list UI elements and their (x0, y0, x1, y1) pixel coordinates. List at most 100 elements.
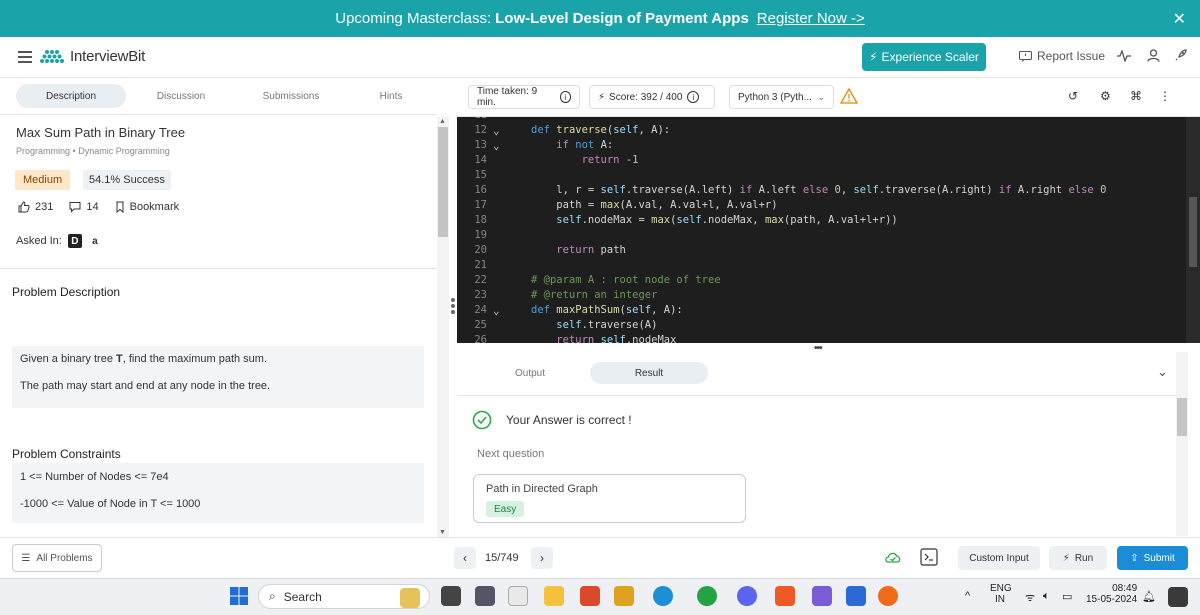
settings-gear-icon[interactable]: ⚙ (1100, 89, 1111, 103)
interviewbit-logo[interactable]: InterviewBit (38, 48, 145, 65)
reset-icon[interactable]: ↺ (1068, 89, 1078, 103)
code-line: 26 return self.nodeMax (474, 334, 677, 343)
problem-tabs: Description Discussion Submissions Hints (0, 79, 437, 115)
divider (0, 268, 437, 269)
task-view-icon[interactable] (441, 586, 461, 606)
previous-problem-button[interactable]: ‹ (454, 547, 476, 569)
language-code: ENG (990, 583, 1012, 594)
logo-text: InterviewBit (70, 48, 146, 65)
score-display: ⚡ Score: 392 / 400 i (589, 85, 715, 109)
file-explorer-icon[interactable] (544, 586, 564, 606)
company-logo-d[interactable]: D (67, 234, 82, 248)
language-indicator[interactable]: ENG IN (990, 583, 1012, 605)
scroll-thumb[interactable] (438, 127, 448, 237)
sublime-icon[interactable] (614, 586, 634, 606)
next-problem-button[interactable]: › (531, 547, 553, 569)
custom-input-button[interactable]: Custom Input (958, 546, 1040, 570)
scroll-thumb[interactable] (1189, 197, 1197, 267)
constraint-item: 1 <= Number of Nodes <= 7e4 (20, 471, 169, 483)
register-now-link[interactable]: Register Now -> (757, 10, 865, 27)
code-line: 19 (474, 229, 487, 241)
code-line: 20 return path (474, 244, 626, 256)
panel-resize-handle[interactable] (451, 298, 455, 316)
hamburger-menu-icon[interactable] (18, 51, 32, 66)
experience-scaler-button[interactable]: ⚡ Experience Scaler (862, 43, 986, 71)
like-button[interactable]: 231 (18, 201, 53, 213)
problem-tags: Programming • Dynamic Programming (16, 146, 170, 156)
score-text: Score: 392 / 400 (609, 91, 683, 103)
notepad-icon[interactable] (846, 586, 866, 606)
all-problems-button[interactable]: ☰ All Problems (12, 544, 102, 572)
notification-bell-icon[interactable]: 🔔︎ (1142, 590, 1156, 603)
wifi-icon[interactable]: ᯤ (1025, 590, 1035, 605)
cloud-check-icon[interactable] (884, 550, 902, 564)
language-select[interactable]: Python 3 (Pyth... ⌄ (729, 85, 834, 109)
tab-submissions[interactable]: Submissions (236, 84, 346, 108)
clock[interactable]: 08:49 15-05-2024 (1086, 583, 1137, 605)
amazon-logo[interactable]: a (88, 234, 102, 248)
activity-icon[interactable] (1117, 50, 1131, 62)
warning-icon[interactable] (840, 88, 858, 104)
tab-discussion[interactable]: Discussion (126, 84, 236, 108)
battery-icon[interactable]: ▭ (1062, 590, 1072, 603)
rocket-icon[interactable] (1174, 48, 1188, 62)
user-icon[interactable] (1147, 49, 1160, 62)
description-scrollbar[interactable]: ▲ ▼ (437, 117, 449, 537)
code-line: 25 self.traverse(A) (474, 319, 658, 331)
category-tag[interactable]: Programming (16, 146, 70, 156)
submit-button[interactable]: ⇪ Submit (1117, 546, 1188, 570)
terminal-icon[interactable] (920, 548, 938, 566)
result-message: Your Answer is correct ! (472, 410, 632, 430)
tab-description[interactable]: Description (16, 84, 126, 108)
store-icon[interactable] (508, 586, 528, 606)
comments-button[interactable]: 14 (69, 201, 99, 213)
discord-icon[interactable] (737, 586, 757, 606)
scroll-down-arrow[interactable]: ▼ (439, 529, 446, 536)
comments-count: 14 (86, 201, 99, 213)
brave-browser-icon[interactable] (775, 586, 795, 606)
edge-browser-icon[interactable] (653, 586, 673, 606)
scroll-thumb[interactable] (1177, 398, 1187, 436)
volume-icon[interactable]: 🔈︎ (1043, 590, 1050, 603)
run-button[interactable]: ⚡ Run (1049, 546, 1107, 570)
report-issue-button[interactable]: Report Issue (1019, 49, 1105, 63)
difficulty-badge: Medium (15, 170, 71, 190)
problem-stats: 231 14 Bookmark (18, 201, 195, 213)
tab-output[interactable]: Output (471, 362, 589, 384)
show-hidden-icons-chevron[interactable]: ^ (965, 590, 970, 602)
info-icon[interactable]: i (687, 91, 700, 103)
code-line: 22 # @param A : root node of tree (474, 274, 721, 286)
tab-result[interactable]: Result (590, 362, 708, 384)
firefox-icon[interactable] (878, 586, 898, 606)
collapse-chevron-icon[interactable]: ⌄ (1157, 364, 1168, 380)
app-icon[interactable] (475, 586, 495, 606)
widget-app-icon[interactable] (400, 588, 420, 608)
whatsapp-icon[interactable] (697, 586, 717, 606)
region-code: IN (995, 594, 1005, 605)
banner-prefix: Upcoming Masterclass: (335, 10, 492, 27)
output-scrollbar[interactable] (1176, 352, 1188, 536)
asked-in: Asked In: D a (16, 234, 102, 248)
next-question-card[interactable]: Path in Directed Graph Easy (473, 474, 746, 523)
app-icon[interactable] (812, 586, 832, 606)
bolt-icon: ⚡ (869, 50, 878, 64)
topic-tag[interactable]: Dynamic Programming (78, 146, 170, 156)
constraints-box: 1 <= Number of Nodes <= 7e4 -1000 <= Val… (12, 463, 424, 523)
editor-scrollbar[interactable] (1186, 117, 1200, 343)
office-app-icon[interactable] (580, 586, 600, 606)
more-options-icon[interactable]: ⋮ (1159, 89, 1171, 103)
bookmark-button[interactable]: Bookmark (115, 201, 179, 213)
windows-start-icon[interactable] (230, 587, 248, 605)
fold-chevron-icon: ⌄ (493, 304, 500, 317)
copilot-icon[interactable] (1168, 587, 1188, 607)
check-circle-icon (472, 410, 492, 430)
close-banner-icon[interactable]: ✕ (1173, 9, 1186, 29)
code-editor[interactable]: 11 12⌄def traverse(self, A): 13⌄ if not … (457, 117, 1186, 343)
tab-hints[interactable]: Hints (336, 84, 446, 108)
chevron-down-icon: ⌄ (817, 91, 825, 102)
success-rate-badge: 54.1% Success (83, 170, 171, 190)
shortcut-icon[interactable]: ⌘ (1130, 89, 1142, 103)
windows-taskbar (0, 578, 1200, 615)
scroll-up-arrow[interactable]: ▲ (439, 118, 446, 125)
code-line: 14 return -1 (474, 154, 639, 166)
